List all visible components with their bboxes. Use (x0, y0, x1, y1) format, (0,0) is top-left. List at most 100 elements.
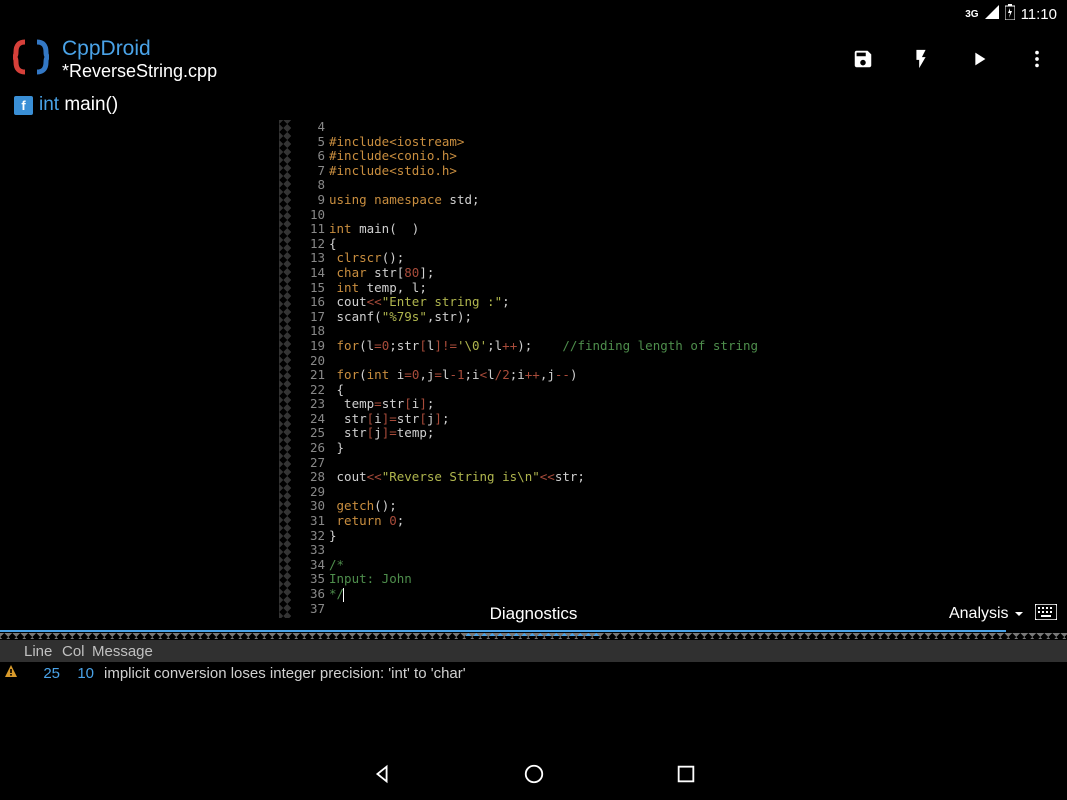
line-number: 12 (291, 237, 329, 252)
col-header-line: Line (24, 643, 62, 660)
code-line[interactable]: 34/* (291, 558, 758, 573)
line-number: 11 (291, 222, 329, 237)
line-number: 8 (291, 178, 329, 193)
code-line[interactable]: 6#include<conio.h> (291, 149, 758, 164)
code-line[interactable]: 27 (291, 456, 758, 471)
save-button[interactable] (851, 47, 875, 71)
code-line[interactable]: 28 cout<<"Reverse String is\n"<<str; (291, 470, 758, 485)
code-line[interactable]: 22 { (291, 383, 758, 398)
code-line[interactable]: 11int main( ) (291, 222, 758, 237)
code-line[interactable]: 18 (291, 324, 758, 339)
appbar: CppDroid *ReverseString.cpp (0, 28, 1067, 90)
line-number: 30 (291, 499, 329, 514)
line-number: 24 (291, 412, 329, 427)
clock: 11:10 (1021, 6, 1057, 23)
line-number: 5 (291, 135, 329, 150)
line-number: 10 (291, 208, 329, 223)
file-name: *ReverseString.cpp (62, 61, 217, 83)
line-number: 16 (291, 295, 329, 310)
line-number: 31 (291, 514, 329, 529)
line-number: 17 (291, 310, 329, 325)
tab-underline (0, 630, 1006, 632)
fold-gutter[interactable] (279, 120, 291, 618)
code-line[interactable]: 13 clrscr(); (291, 251, 758, 266)
code-line[interactable]: 17 scanf("%79s",str); (291, 310, 758, 325)
code-line[interactable]: 14 char str[80]; (291, 266, 758, 281)
code-line[interactable]: 24 str[i]=str[j]; (291, 412, 758, 427)
back-button[interactable] (371, 763, 393, 790)
signal-icon (985, 5, 999, 23)
battery-icon (1005, 4, 1015, 24)
resize-handle[interactable] (0, 633, 1067, 639)
line-number: 7 (291, 164, 329, 179)
code-line[interactable]: 32} (291, 529, 758, 544)
code-editor[interactable]: 45#include<iostream>6#include<conio.h>7#… (291, 120, 758, 616)
code-line[interactable]: 35Input: John (291, 572, 758, 587)
diag-col: 10 (60, 665, 94, 682)
code-line[interactable]: 30 getch(); (291, 499, 758, 514)
line-number: 14 (291, 266, 329, 281)
warning-icon (4, 664, 20, 682)
code-line[interactable]: 16 cout<<"Enter string :"; (291, 295, 758, 310)
diag-msg: implicit conversion loses integer precis… (104, 665, 466, 682)
code-line[interactable]: 23 temp=str[i]; (291, 397, 758, 412)
line-number: 13 (291, 251, 329, 266)
line-number: 29 (291, 485, 329, 500)
code-line[interactable]: 12{ (291, 237, 758, 252)
code-line[interactable]: 7#include<stdio.h> (291, 164, 758, 179)
line-number: 23 (291, 397, 329, 412)
function-label: int main() (39, 94, 118, 116)
code-line[interactable]: 8 (291, 178, 758, 193)
code-line[interactable]: 5#include<iostream> (291, 135, 758, 150)
line-number: 20 (291, 354, 329, 369)
code-line[interactable]: 9using namespace std; (291, 193, 758, 208)
code-line[interactable]: 21 for(int i=0,j=l-1;i<l/2;i++,j--) (291, 368, 758, 383)
run-button[interactable] (967, 47, 991, 71)
bottom-tabs: Diagnostics Analysis (0, 594, 1067, 634)
code-line[interactable]: 15 int temp, l; (291, 281, 758, 296)
overflow-menu-button[interactable] (1025, 47, 1049, 71)
code-line[interactable]: 19 for(l=0;str[l]!='\0';l++); //finding … (291, 339, 758, 354)
code-line[interactable]: 25 str[j]=temp; (291, 426, 758, 441)
line-number: 33 (291, 543, 329, 558)
line-number: 6 (291, 149, 329, 164)
line-number: 26 (291, 441, 329, 456)
app-logo-icon[interactable] (10, 36, 52, 83)
col-header-msg: Message (92, 643, 153, 660)
line-number: 18 (291, 324, 329, 339)
line-number: 34 (291, 558, 329, 573)
col-header-col: Col (62, 643, 92, 660)
keyboard-icon[interactable] (1035, 604, 1057, 625)
code-line[interactable]: 20 (291, 354, 758, 369)
recent-button[interactable] (675, 763, 697, 790)
diagnostic-row[interactable]: 25 10 implicit conversion loses integer … (0, 662, 1067, 684)
line-number: 22 (291, 383, 329, 398)
android-navbar (0, 752, 1067, 800)
line-number: 27 (291, 456, 329, 471)
code-line[interactable]: 31 return 0; (291, 514, 758, 529)
code-line[interactable]: 26 } (291, 441, 758, 456)
code-line[interactable]: 33 (291, 543, 758, 558)
statusbar: 3G 11:10 (0, 0, 1067, 28)
line-number: 25 (291, 426, 329, 441)
network-type: 3G (965, 9, 978, 20)
diag-line: 25 (26, 665, 60, 682)
code-line[interactable]: 4 (291, 120, 758, 135)
line-number: 9 (291, 193, 329, 208)
function-badge-icon: f (14, 96, 33, 115)
line-number: 4 (291, 120, 329, 135)
line-number: 35 (291, 572, 329, 587)
line-number: 15 (291, 281, 329, 296)
analysis-dropdown[interactable]: Analysis (949, 605, 1025, 623)
line-number: 21 (291, 368, 329, 383)
code-line[interactable]: 10 (291, 208, 758, 223)
diagnostics-header: Line Col Message (0, 640, 1067, 662)
code-line[interactable]: 29 (291, 485, 758, 500)
app-title: CppDroid (62, 36, 217, 61)
flash-button[interactable] (909, 47, 933, 71)
home-button[interactable] (523, 763, 545, 790)
function-indicator[interactable]: f int main() (0, 90, 1067, 120)
line-number: 32 (291, 529, 329, 544)
tab-diagnostics[interactable]: Diagnostics (478, 596, 590, 632)
line-number: 28 (291, 470, 329, 485)
